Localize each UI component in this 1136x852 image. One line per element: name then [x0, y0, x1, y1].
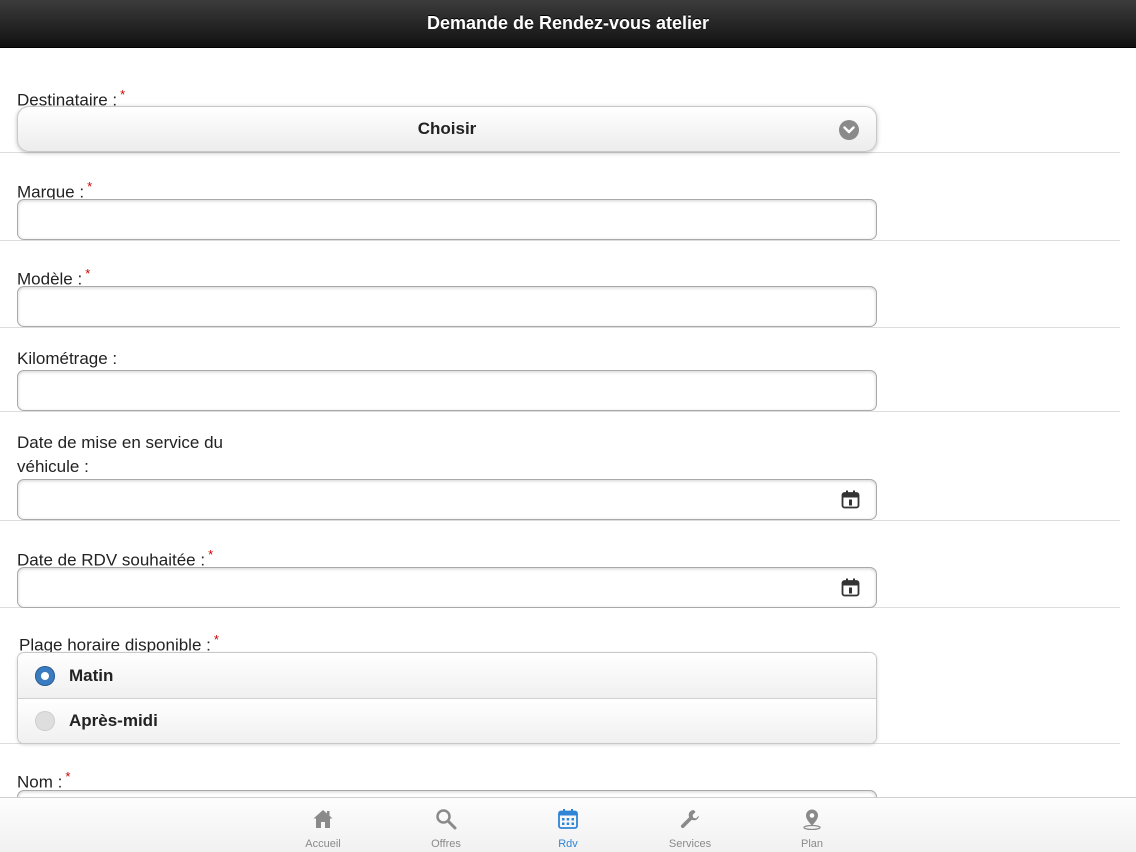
radio-option-apres-midi[interactable]: Après-midi — [18, 698, 876, 743]
tab-services[interactable]: Services — [640, 798, 740, 852]
required-mark: * — [65, 769, 71, 784]
page-title: Demande de Rendez-vous atelier — [426, 13, 710, 33]
tab-label: Services — [668, 838, 712, 850]
required-mark: * — [87, 179, 93, 194]
kilometrage-label: Kilométrage : — [17, 349, 118, 368]
date-rdv-field: Date de RDV souhaitée : * — [0, 521, 1120, 608]
date-rdv-input[interactable] — [17, 567, 877, 608]
radio-selected-icon[interactable] — [35, 665, 55, 686]
date-mise-service-label-line1: Date de mise en service du — [17, 433, 223, 452]
tab-label: Rdv — [558, 838, 578, 850]
search-icon — [436, 809, 457, 830]
marque-input[interactable] — [17, 199, 877, 240]
home-icon — [313, 810, 333, 828]
radio-option-label: Matin — [69, 665, 114, 685]
radio-unselected-icon[interactable] — [35, 711, 55, 731]
plage-horaire-radio-group: Matin Après-midi — [17, 652, 877, 744]
destinataire-selected-value: Choisir — [417, 119, 477, 138]
tab-plan[interactable]: Plan — [762, 798, 862, 852]
nom-field: Nom : * — [0, 744, 1120, 797]
plage-horaire-field: Plage horaire disponible : * Matin Après-… — [0, 608, 1120, 744]
modele-input[interactable] — [17, 286, 877, 327]
marque-field: Marque : * — [0, 153, 1120, 241]
wrench-icon — [680, 810, 699, 829]
destinataire-field: Destinataire : * Choisir — [0, 48, 1120, 153]
bottom-tab-bar: Accueil Offres Rdv Services Plan — [0, 797, 1136, 852]
tab-label: Plan — [800, 838, 824, 850]
date-mise-service-field: Date de mise en service du véhicule : — [0, 412, 1120, 521]
tab-offres[interactable]: Offres — [396, 798, 496, 852]
page-header: Demande de Rendez-vous atelier — [0, 0, 1136, 48]
tab-label: Offres — [431, 838, 461, 850]
calendar-icon[interactable] — [841, 578, 860, 597]
kilometrage-field: Kilométrage : — [0, 328, 1120, 412]
calendar-icon — [558, 809, 578, 829]
destinataire-select[interactable]: Choisir — [17, 106, 877, 152]
tab-rdv[interactable]: Rdv — [518, 798, 618, 852]
nom-input[interactable] — [17, 790, 877, 797]
kilometrage-input[interactable] — [17, 370, 877, 411]
chevron-down-icon — [839, 120, 859, 140]
map-pin-icon — [803, 809, 821, 830]
required-mark: * — [208, 547, 214, 562]
tab-label: Accueil — [305, 838, 341, 850]
date-mise-service-input[interactable] — [17, 479, 877, 520]
tab-accueil[interactable]: Accueil — [273, 798, 373, 852]
calendar-icon[interactable] — [841, 490, 860, 509]
required-mark: * — [120, 87, 126, 102]
modele-field: Modèle : * — [0, 241, 1120, 328]
required-mark: * — [213, 632, 219, 647]
required-mark: * — [85, 266, 91, 281]
date-mise-service-label-line2: véhicule : — [17, 457, 89, 476]
radio-option-label: Après-midi — [69, 711, 158, 730]
radio-option-matin[interactable]: Matin — [18, 653, 876, 698]
form-container: Destinataire : * Choisir Marque : * Modèle… — [0, 48, 1136, 797]
